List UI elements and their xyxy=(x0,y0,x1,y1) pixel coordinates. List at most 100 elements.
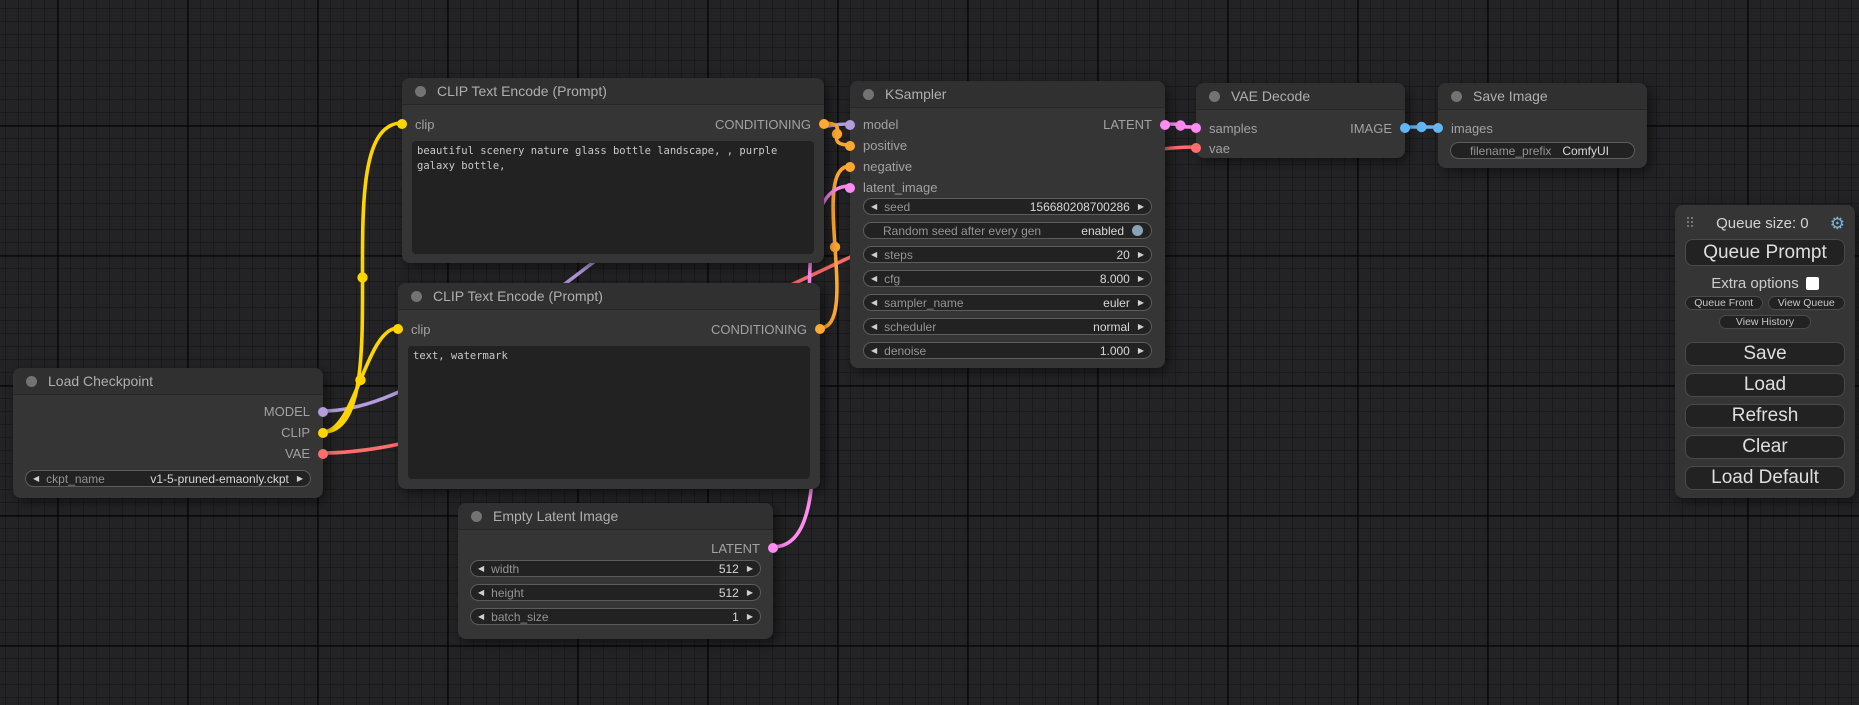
collapse-dot[interactable] xyxy=(26,376,37,387)
port-latent-output[interactable] xyxy=(1160,120,1170,130)
step-right-icon[interactable]: ▶ xyxy=(1138,275,1144,283)
node-title: CLIP Text Encode (Prompt) xyxy=(433,288,603,304)
negative-prompt-textarea[interactable]: text, watermark xyxy=(408,346,810,479)
widget-random-seed-toggle[interactable]: Random seed after every gen enabled xyxy=(863,222,1152,239)
node-title: CLIP Text Encode (Prompt) xyxy=(437,83,607,99)
widget-value: normal xyxy=(1093,320,1130,334)
step-left-icon[interactable]: ◀ xyxy=(871,299,877,307)
collapse-dot[interactable] xyxy=(415,86,426,97)
node-empty-latent-image[interactable]: Empty Latent Image LATENT ◀ width 512 ▶ … xyxy=(458,503,773,639)
port-conditioning-output[interactable] xyxy=(819,119,829,129)
step-right-icon[interactable]: ▶ xyxy=(1138,323,1144,331)
collapse-dot[interactable] xyxy=(863,89,874,100)
node-graph-canvas[interactable]: Load Checkpoint MODEL CLIP VAE ◀ ckpt_na… xyxy=(0,0,1859,705)
load-default-button[interactable]: Load Default xyxy=(1685,466,1845,490)
widget-steps[interactable]: ◀ steps 20 ▶ xyxy=(863,246,1152,263)
port-vae-output[interactable] xyxy=(318,449,328,459)
step-left-icon[interactable]: ◀ xyxy=(871,323,877,331)
widget-label: scheduler xyxy=(884,320,936,334)
port-negative-input[interactable] xyxy=(845,162,855,172)
widget-value: 1.000 xyxy=(1100,344,1130,358)
step-right-icon[interactable]: ▶ xyxy=(747,565,753,573)
port-positive-input[interactable] xyxy=(845,141,855,151)
positive-prompt-textarea[interactable]: beautiful scenery nature glass bottle la… xyxy=(412,141,814,254)
widget-filename-prefix[interactable]: filename_prefix ComfyUI xyxy=(1450,142,1635,159)
node-load-checkpoint[interactable]: Load Checkpoint MODEL CLIP VAE ◀ ckpt_na… xyxy=(13,368,323,498)
step-right-icon[interactable]: ▶ xyxy=(297,475,303,483)
port-model-output[interactable] xyxy=(318,407,328,417)
refresh-button[interactable]: Refresh xyxy=(1685,404,1845,428)
save-button[interactable]: Save xyxy=(1685,342,1845,366)
input-label: clip xyxy=(415,117,435,132)
queue-front-button[interactable]: Queue Front xyxy=(1685,296,1763,310)
widget-batch-size[interactable]: ◀ batch_size 1 ▶ xyxy=(470,608,761,625)
step-right-icon[interactable]: ▶ xyxy=(747,613,753,621)
step-right-icon[interactable]: ▶ xyxy=(747,589,753,597)
step-left-icon[interactable]: ◀ xyxy=(33,475,39,483)
port-images-input[interactable] xyxy=(1433,123,1443,133)
step-left-icon[interactable]: ◀ xyxy=(871,347,877,355)
port-model-input[interactable] xyxy=(845,120,855,130)
port-clip-output[interactable] xyxy=(318,428,328,438)
step-left-icon[interactable]: ◀ xyxy=(871,203,877,211)
widget-height[interactable]: ◀ height 512 ▶ xyxy=(470,584,761,601)
slot-row: latent_image xyxy=(850,177,1165,198)
node-clip-text-encode-positive[interactable]: CLIP Text Encode (Prompt) clip CONDITION… xyxy=(402,78,824,263)
collapse-dot[interactable] xyxy=(471,511,482,522)
collapse-dot[interactable] xyxy=(1451,91,1462,102)
step-right-icon[interactable]: ▶ xyxy=(1138,347,1144,355)
node-clip-text-encode-negative[interactable]: CLIP Text Encode (Prompt) clip CONDITION… xyxy=(398,283,820,489)
step-right-icon[interactable]: ▶ xyxy=(1138,299,1144,307)
view-queue-button[interactable]: View Queue xyxy=(1768,296,1846,310)
port-vae-input[interactable] xyxy=(1191,143,1201,153)
port-latent-output[interactable] xyxy=(768,543,778,553)
collapse-dot[interactable] xyxy=(1209,91,1220,102)
clear-button[interactable]: Clear xyxy=(1685,435,1845,459)
port-image-output[interactable] xyxy=(1400,123,1410,133)
widget-value: 156680208700286 xyxy=(1030,200,1130,214)
widget-seed[interactable]: ◀ seed 156680208700286 ▶ xyxy=(863,198,1152,215)
widget-sampler-name[interactable]: ◀ sampler_name euler ▶ xyxy=(863,294,1152,311)
collapse-dot[interactable] xyxy=(411,291,422,302)
slot-row: samples IMAGE xyxy=(1196,118,1405,138)
queue-prompt-button[interactable]: Queue Prompt xyxy=(1685,239,1845,266)
node-save-image[interactable]: Save Image images filename_prefix ComfyU… xyxy=(1438,83,1647,168)
widget-ckpt-name[interactable]: ◀ ckpt_name v1-5-pruned-emaonly.ckpt ▶ xyxy=(25,470,311,487)
port-latent-image-input[interactable] xyxy=(845,183,855,193)
step-left-icon[interactable]: ◀ xyxy=(871,251,877,259)
extra-options-checkbox[interactable] xyxy=(1806,277,1819,290)
view-history-button[interactable]: View History xyxy=(1719,315,1811,329)
step-left-icon[interactable]: ◀ xyxy=(871,275,877,283)
port-clip-input[interactable] xyxy=(397,119,407,129)
widget-label: batch_size xyxy=(491,610,548,624)
output-label: CONDITIONING xyxy=(715,117,811,132)
slot-row: MODEL xyxy=(13,401,323,422)
input-label: positive xyxy=(863,138,907,153)
node-ksampler[interactable]: KSampler model LATENT positive negative … xyxy=(850,81,1165,368)
widget-cfg[interactable]: ◀ cfg 8.000 ▶ xyxy=(863,270,1152,287)
output-label: LATENT xyxy=(711,541,760,556)
port-samples-input[interactable] xyxy=(1191,123,1201,133)
port-clip-input[interactable] xyxy=(393,324,403,334)
widget-label: Random seed after every gen xyxy=(883,224,1041,238)
slot-row: CLIP xyxy=(13,422,323,443)
widget-denoise[interactable]: ◀ denoise 1.000 ▶ xyxy=(863,342,1152,359)
port-conditioning-output[interactable] xyxy=(815,324,825,334)
load-button[interactable]: Load xyxy=(1685,373,1845,397)
step-left-icon[interactable]: ◀ xyxy=(478,565,484,573)
widget-label: sampler_name xyxy=(884,296,963,310)
step-right-icon[interactable]: ▶ xyxy=(1138,251,1144,259)
slot-row: vae xyxy=(1196,138,1405,158)
step-left-icon[interactable]: ◀ xyxy=(478,589,484,597)
node-title: Empty Latent Image xyxy=(493,508,618,524)
gear-icon[interactable]: ⚙ xyxy=(1830,215,1845,232)
widget-value: 8.000 xyxy=(1100,272,1130,286)
step-left-icon[interactable]: ◀ xyxy=(478,613,484,621)
step-right-icon[interactable]: ▶ xyxy=(1138,203,1144,211)
node-vae-decode[interactable]: VAE Decode samples IMAGE vae xyxy=(1196,83,1405,158)
toggle-indicator[interactable] xyxy=(1132,225,1143,236)
drag-handle-icon[interactable] xyxy=(1687,217,1695,229)
widget-scheduler[interactable]: ◀ scheduler normal ▶ xyxy=(863,318,1152,335)
widget-label: ckpt_name xyxy=(46,472,105,486)
widget-width[interactable]: ◀ width 512 ▶ xyxy=(470,560,761,577)
